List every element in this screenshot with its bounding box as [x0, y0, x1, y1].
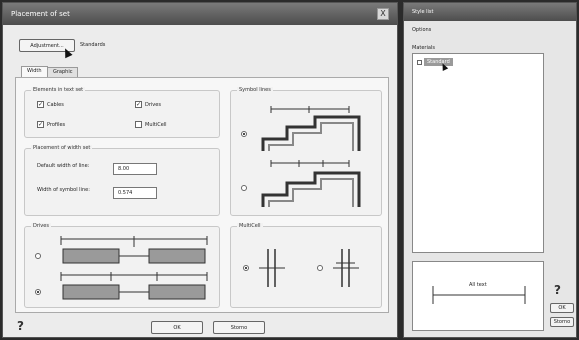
pane-titlebar: Style list: [404, 3, 576, 21]
drives-label: Drives: [145, 101, 161, 108]
pane-subtitle: Options: [412, 27, 432, 33]
help-icon[interactable]: ?: [17, 319, 24, 333]
standard-label: Standards: [80, 42, 106, 48]
pane-title: Style list: [412, 9, 434, 15]
tree-item-label: Standard: [424, 58, 453, 66]
drives-option-1-diagram: [60, 236, 208, 264]
pane-ok-button[interactable]: OK: [550, 303, 574, 313]
multicell-option-1-radio[interactable]: [243, 265, 249, 271]
tab-graphic[interactable]: Graphic: [47, 67, 79, 77]
cancel-button[interactable]: Storno: [213, 321, 265, 334]
drives-option-1-radio[interactable]: [35, 253, 41, 259]
preview-label: All text: [469, 282, 487, 288]
symbol-option-1-diagram: [261, 106, 361, 151]
symbol-option-2-diagram: [261, 160, 361, 207]
tab-width[interactable]: Width: [21, 66, 48, 77]
drives-option-2-radio[interactable]: [35, 289, 41, 295]
symbol-lines-group: Symbol lines: [230, 87, 382, 216]
symbol-option-2-radio[interactable]: [241, 185, 247, 191]
preview-box: All text: [412, 261, 544, 331]
tree-item-standard[interactable]: Standard: [417, 58, 453, 66]
multicell-option-1-diagram: [259, 249, 285, 287]
placement-dialog: Placement of set X Adjustment... Standar…: [2, 2, 398, 338]
symbol-option-1-radio[interactable]: [241, 131, 247, 137]
drives-group: Drives: [24, 223, 220, 308]
ok-button[interactable]: OK: [151, 321, 203, 334]
text-elements-group: Elements in text set ✓ Cables ✓ Drives ✓…: [24, 87, 220, 138]
checkbox-check-icon: ✓: [37, 101, 44, 108]
default-width-input[interactable]: 8.00: [113, 163, 157, 175]
default-width-label: Default width of line:: [37, 163, 90, 169]
multicell-option-2-radio[interactable]: [317, 265, 323, 271]
dialog-titlebar: Placement of set X: [3, 3, 397, 25]
width-group: Placement of width set Default width of …: [24, 145, 220, 216]
pane-cancel-button[interactable]: Storno: [550, 317, 574, 327]
dialog-title: Placement of set: [11, 10, 70, 18]
drives-option-2-diagram: [60, 272, 208, 300]
close-button[interactable]: X: [377, 8, 389, 20]
profiles-label: Profiles: [47, 121, 66, 128]
pane-help-icon[interactable]: ?: [554, 283, 561, 297]
cables-checkbox[interactable]: ✓ Cables: [37, 101, 64, 108]
checkbox-empty-icon: [135, 121, 142, 128]
checkbox-check-icon: ✓: [37, 121, 44, 128]
multicell-option-2-diagram: [333, 249, 359, 287]
cables-label: Cables: [47, 101, 64, 108]
symbol-lines-group-title: Symbol lines: [237, 87, 273, 93]
materials-label: Materials: [412, 45, 435, 51]
multicell-group: MultiCell: [230, 223, 382, 308]
width-group-title: Placement of width set: [31, 145, 93, 151]
drives-group-title: Drives: [31, 223, 51, 229]
symbol-width-label: Width of symbol line:: [37, 187, 90, 193]
materials-tree[interactable]: Standard: [412, 53, 544, 253]
profiles-checkbox[interactable]: ✓ Profiles: [37, 121, 65, 128]
multicell-group-title: MultiCell: [237, 223, 263, 229]
tree-expander-icon: [417, 59, 422, 65]
drives-checkbox[interactable]: ✓ Drives: [135, 101, 161, 108]
symbol-width-input[interactable]: 0.574: [113, 187, 157, 199]
text-elements-group-title: Elements in text set: [31, 87, 86, 93]
tab-panel: Elements in text set ✓ Cables ✓ Drives ✓…: [15, 77, 389, 313]
style-list-pane: Style list Options Materials Standard Al…: [403, 2, 577, 338]
multicell-checkbox[interactable]: MultiCell: [135, 121, 167, 128]
multicell-label: MultiCell: [145, 121, 167, 128]
checkbox-check-icon: ✓: [135, 101, 142, 108]
